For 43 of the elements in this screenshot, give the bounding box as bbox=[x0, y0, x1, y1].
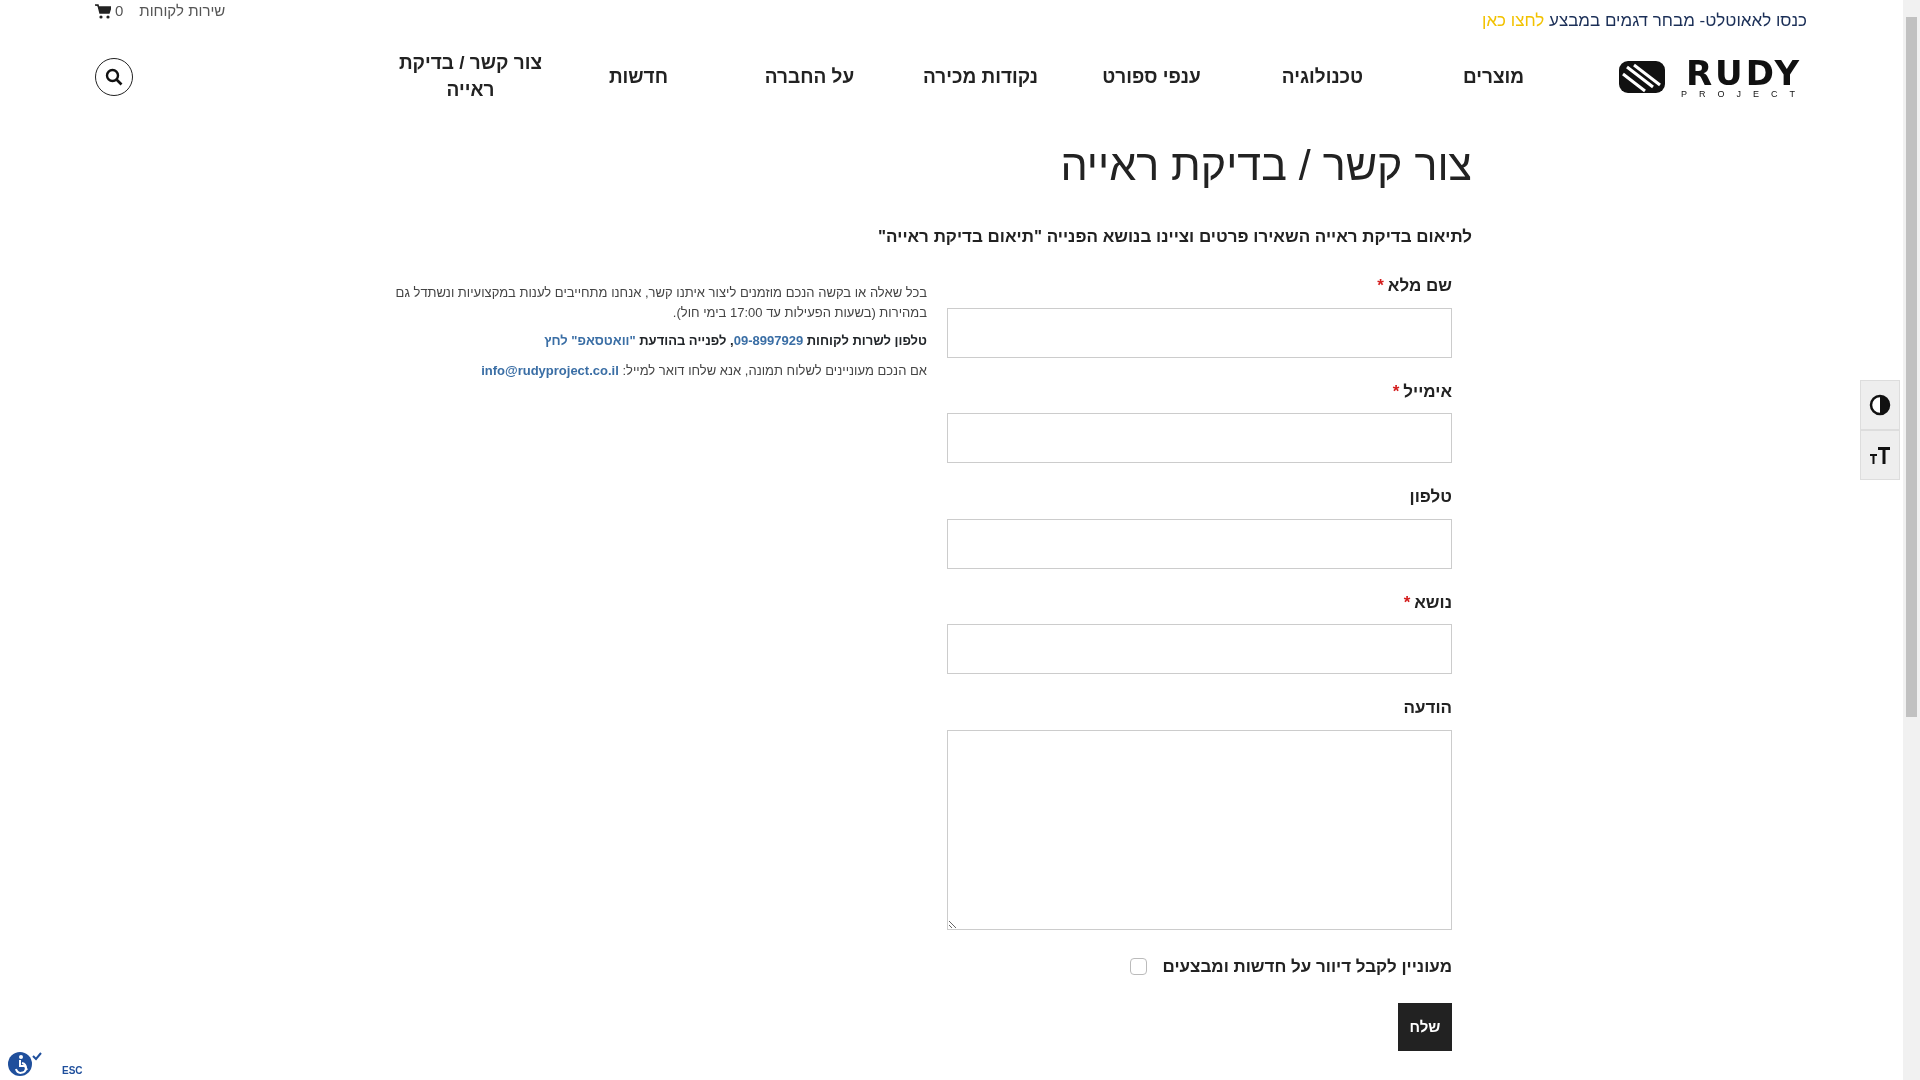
email-link[interactable]: info@rudyproject.co.il bbox=[481, 362, 619, 378]
nav-link[interactable]: צור קשר / בדיקת ראייה bbox=[388, 50, 553, 104]
nav-link[interactable]: חדשות bbox=[553, 63, 724, 91]
submit-button[interactable]: שלח bbox=[1398, 1003, 1452, 1052]
logo-subtitle: PROJECT bbox=[1681, 89, 1807, 99]
logo-wordmark[interactable]: RUDY bbox=[1685, 55, 1803, 90]
required-mark: * bbox=[1403, 592, 1411, 612]
striped-logo-icon bbox=[1619, 61, 1665, 93]
nav-link[interactable]: מוצרים bbox=[1408, 63, 1579, 91]
search-button[interactable] bbox=[95, 58, 133, 96]
nav-link[interactable]: נקודות מכירה bbox=[895, 63, 1066, 91]
checkbox-label: מעוניין לקבל דיוור על חדשות ומבצעים bbox=[1162, 955, 1452, 978]
field-label: אימייל bbox=[1403, 381, 1452, 401]
field-label: הודעה bbox=[1402, 697, 1452, 720]
message-field[interactable] bbox=[947, 729, 1452, 930]
text-size-icon bbox=[1869, 444, 1891, 466]
page-title: צור קשר / בדיקת ראייה bbox=[1059, 140, 1472, 191]
nav-link[interactable]: על החברה bbox=[724, 63, 895, 91]
nav-link[interactable]: ענפי ספורט bbox=[1066, 63, 1237, 91]
scrollbar[interactable] bbox=[1903, 0, 1920, 1080]
nav-link[interactable]: טכנולוגיה bbox=[1237, 63, 1408, 91]
field-label: שם מלא bbox=[1387, 276, 1452, 296]
contrast-icon bbox=[1869, 394, 1891, 416]
cart-icon[interactable] bbox=[95, 3, 111, 19]
input-field[interactable] bbox=[947, 307, 1452, 358]
newsletter-checkbox[interactable] bbox=[1129, 957, 1147, 975]
field-label: טלפון bbox=[1408, 486, 1452, 509]
instruction-text: לתיאום בדיקת ראייה השאירו פרטים וציינו בנושא הפנייה "תיאום בדיקת ראייה" bbox=[877, 225, 1472, 248]
font-size-button[interactable] bbox=[1860, 430, 1900, 480]
escape-label: ESC bbox=[62, 1064, 83, 1078]
whatsapp-link[interactable]: "וואטסאפ" לחץ bbox=[544, 333, 636, 349]
info-paragraph: בכל שאלה או בקשה הנכם מוזמנים ליצור איתנו קשר, אנחנו מתחייבים לענות במקצועיות ונשתדל גם במהירות (בשעות הפעילות עד 17:00 בימי חול). bbox=[394, 284, 927, 323]
required-mark: * bbox=[1377, 276, 1384, 296]
input-field[interactable] bbox=[947, 518, 1452, 569]
field-label: נושא bbox=[1414, 592, 1452, 612]
input-field[interactable] bbox=[947, 413, 1452, 464]
promo-text: כנסו לאאוטלט- מבחר דגמים במבצע bbox=[1548, 11, 1807, 30]
search-icon bbox=[105, 68, 123, 86]
cart-count: 0 bbox=[115, 1, 124, 21]
customer-service-link[interactable]: שירות לקוחות bbox=[139, 0, 226, 23]
contrast-button[interactable] bbox=[1860, 380, 1900, 430]
required-mark: * bbox=[1392, 381, 1400, 401]
input-field[interactable] bbox=[947, 624, 1452, 675]
